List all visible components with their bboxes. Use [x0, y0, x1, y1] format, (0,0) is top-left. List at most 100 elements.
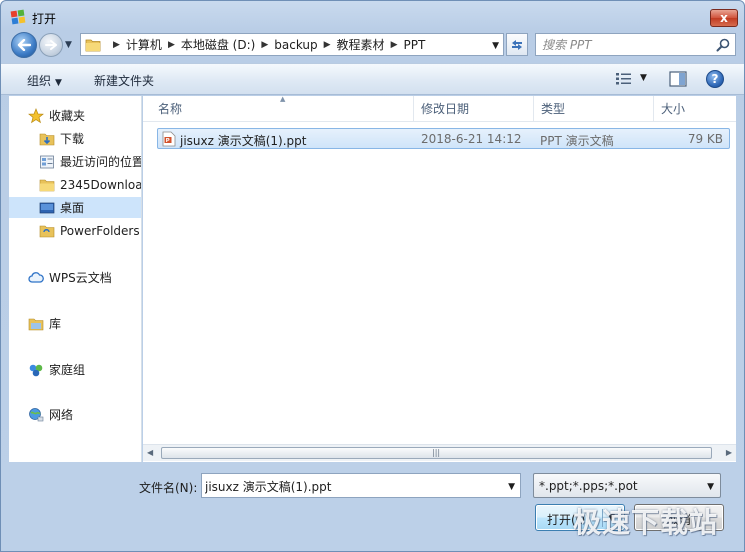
- help-icon[interactable]: ?: [706, 70, 724, 88]
- sidebar-item-label: 2345Downloads: [60, 177, 142, 192]
- breadcrumb-computer[interactable]: 计算机: [126, 36, 162, 53]
- chevron-down-icon: ▼: [65, 40, 72, 50]
- breadcrumb-ppt[interactable]: PPT: [403, 38, 425, 52]
- back-button[interactable]: [11, 32, 37, 58]
- cancel-button-label: 取消: [666, 513, 691, 527]
- file-name: jisuxz 演示文稿(1).ppt: [180, 134, 307, 148]
- file-type-select[interactable]: *.ppt;*.pps;*.pot ▼: [533, 473, 721, 498]
- file-list-pane: ▲ 名称 修改日期 类型 大小 P jisuxz 演示文稿(1).ppt 201…: [143, 95, 736, 462]
- filename-label: 文件名(N):: [139, 481, 198, 495]
- new-folder-button[interactable]: 新建文件夹: [94, 72, 154, 89]
- breadcrumb-separator[interactable]: ▶: [391, 40, 398, 50]
- refresh-button[interactable]: [506, 33, 528, 56]
- sidebar-item-label: 网络: [49, 408, 74, 422]
- sidebar-item-label: PowerFolders: [60, 223, 140, 238]
- organize-button[interactable]: 组织 ▼: [27, 72, 62, 89]
- sidebar-item-label: 收藏夹: [49, 109, 86, 123]
- chevron-down-icon: ▼: [707, 482, 714, 492]
- file-type: PPT 演示文稿: [540, 134, 614, 148]
- file-type-value: *.ppt;*.pps;*.pot: [539, 479, 638, 493]
- scroll-right-icon[interactable]: ▶: [726, 448, 732, 457]
- arrow-right-icon: [45, 40, 57, 50]
- search-input[interactable]: [542, 37, 712, 52]
- window-app-icon: [10, 9, 26, 25]
- title-bar: 打开 x: [1, 1, 744, 31]
- folder-icon: [85, 39, 101, 51]
- sidebar-item-label: 库: [49, 317, 62, 331]
- column-type[interactable]: 类型: [534, 96, 654, 122]
- command-toolbar: 组织 ▼ 新建文件夹 ▼ ?: [1, 63, 744, 95]
- navigation-pane: 收藏夹 下载 最近访问的位置 2345Downloads: [9, 96, 142, 462]
- view-options-icon[interactable]: [615, 72, 633, 86]
- sidebar-item-wps-cloud[interactable]: WPS云文档: [9, 267, 141, 288]
- horizontal-scrollbar[interactable]: ◀ ||| ▶: [143, 444, 736, 461]
- chevron-down-icon[interactable]: ▼: [492, 41, 499, 51]
- help-glyph: ?: [711, 72, 719, 86]
- organize-label: 组织: [27, 74, 52, 88]
- column-type-label: 类型: [541, 102, 566, 116]
- search-icon[interactable]: [716, 38, 730, 52]
- window-title: 打开: [32, 12, 57, 26]
- sidebar-item-label: 最近访问的位置: [60, 155, 142, 169]
- scroll-left-icon[interactable]: ◀: [147, 448, 153, 457]
- arrow-left-icon: [17, 39, 31, 51]
- homegroup-icon: [29, 364, 43, 376]
- address-bar[interactable]: ▶ 计算机 ▶ 本地磁盘 (D:) ▶ backup ▶ 教程素材 ▶ PPT …: [80, 33, 504, 56]
- filename-combobox[interactable]: ▼: [201, 473, 521, 498]
- column-name-label: 名称: [158, 102, 183, 116]
- cancel-button[interactable]: 取消: [634, 504, 724, 531]
- refresh-icon: [512, 39, 522, 50]
- column-size[interactable]: 大小: [654, 96, 736, 122]
- file-date: 2018-6-21 14:12: [421, 132, 522, 146]
- svg-text:P: P: [166, 138, 170, 144]
- sidebar-item-downloads[interactable]: 下载: [9, 128, 141, 149]
- sidebar-item-label: WPS云文档: [49, 271, 112, 285]
- folder-download-icon: [39, 133, 55, 145]
- chevron-down-icon[interactable]: ▼: [640, 73, 647, 83]
- folder-icon: [39, 179, 55, 191]
- sidebar-item-label: 桌面: [60, 201, 85, 215]
- file-size: 79 KB: [687, 132, 723, 146]
- library-icon: [28, 318, 44, 330]
- sidebar-item-label: 家庭组: [49, 363, 86, 377]
- filename-input[interactable]: [205, 478, 500, 494]
- sidebar-item-desktop[interactable]: 桌面: [9, 197, 141, 218]
- preview-pane-icon[interactable]: [669, 71, 687, 87]
- sidebar-item-2345downloads[interactable]: 2345Downloads: [9, 174, 142, 195]
- open-file-dialog: 打开 x ▼ ▶ 计算机 ▶ 本地磁盘 (D:) ▶ backup ▶ 教程素材…: [0, 0, 745, 552]
- search-box[interactable]: [535, 33, 736, 56]
- breadcrumb-separator[interactable]: ▶: [261, 40, 268, 50]
- breadcrumb-separator[interactable]: ▶: [113, 40, 120, 50]
- folder-link-icon: [39, 225, 55, 237]
- open-button[interactable]: 打开(O) ▼: [535, 504, 625, 531]
- close-icon: x: [720, 11, 728, 25]
- network-icon: [29, 407, 44, 421]
- grip-icon: |||: [432, 448, 441, 457]
- breadcrumb-backup[interactable]: backup: [274, 38, 317, 52]
- file-row[interactable]: P jisuxz 演示文稿(1).ppt 2018-6-21 14:12 PPT…: [157, 128, 730, 149]
- column-date-modified[interactable]: 修改日期: [414, 96, 534, 122]
- sidebar-item-libraries[interactable]: 库: [9, 313, 141, 334]
- breadcrumb-tutorial-materials[interactable]: 教程素材: [337, 36, 385, 53]
- breadcrumb-local-disk[interactable]: 本地磁盘 (D:): [181, 36, 255, 53]
- forward-button[interactable]: [39, 33, 63, 57]
- sidebar-item-recent-places[interactable]: 最近访问的位置: [9, 151, 142, 172]
- split-divider: [602, 509, 603, 527]
- sidebar-item-homegroup[interactable]: 家庭组: [9, 359, 141, 380]
- sidebar-item-label: 下载: [60, 132, 85, 146]
- recent-places-icon: [40, 155, 54, 168]
- recent-locations-dropdown[interactable]: ▼: [65, 40, 75, 50]
- column-name[interactable]: 名称: [151, 96, 414, 122]
- chevron-down-icon[interactable]: ▼: [508, 482, 515, 492]
- sidebar-item-network[interactable]: 网络: [9, 404, 141, 425]
- sidebar-item-powerfolders[interactable]: PowerFolders: [9, 220, 141, 241]
- close-button[interactable]: x: [710, 9, 738, 27]
- column-header: ▲ 名称 修改日期 类型 大小: [143, 95, 736, 122]
- scrollbar-thumb[interactable]: |||: [161, 447, 712, 459]
- column-date-label: 修改日期: [421, 102, 470, 116]
- chevron-down-icon[interactable]: ▼: [608, 513, 615, 523]
- sidebar-item-favorites[interactable]: 收藏夹: [9, 105, 141, 126]
- breadcrumb-separator[interactable]: ▶: [168, 40, 175, 50]
- desktop-icon: [39, 202, 55, 213]
- breadcrumb-separator[interactable]: ▶: [324, 40, 331, 50]
